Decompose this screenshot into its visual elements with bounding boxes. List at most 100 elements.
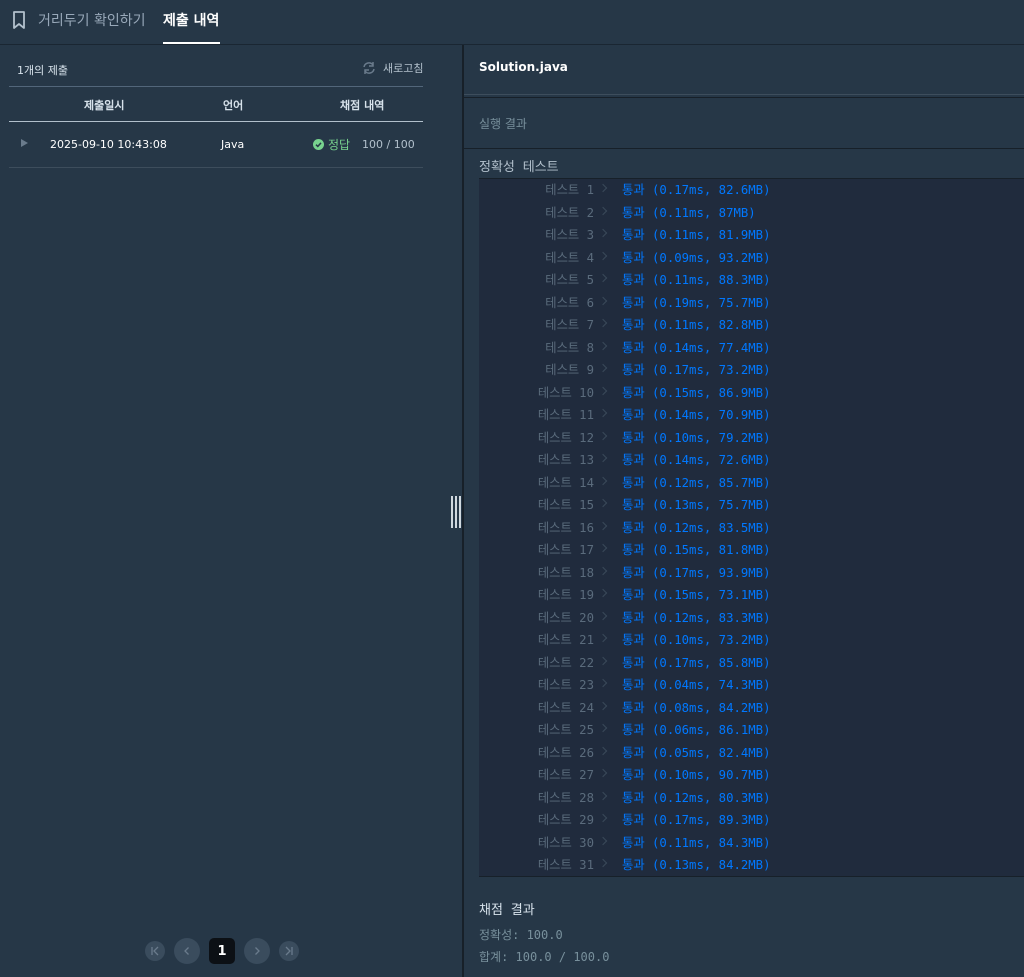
list-item: 테스트 16 통과 (0.12ms, 83.5MB): [479, 518, 1024, 540]
chevron-right-icon: [598, 251, 608, 260]
test-label: 테스트 15: [537, 498, 594, 512]
column-header-result: 채점 내역: [340, 99, 385, 112]
test-result: 통과 (0.17ms, 93.9MB): [622, 565, 771, 580]
test-label: 테스트 8: [545, 340, 594, 355]
test-result: 통과 (0.14ms, 70.9MB): [622, 408, 771, 422]
submission-date: 2025-09-10 10:43:08: [50, 138, 167, 151]
list-item: 테스트 8 통과 (0.14ms, 77.4MB): [479, 338, 1024, 360]
submission-history-panel: 1개의 제출 새로고침 제출일시 언어 채점 내역 2025-09-10 10:…: [0, 45, 462, 977]
refresh-button[interactable]: 새로고침: [361, 60, 423, 76]
list-item: 테스트 1 통과 (0.17ms, 82.6MB): [479, 180, 1024, 202]
chevron-right-icon: [598, 746, 608, 755]
list-item: 테스트 14 통과 (0.12ms, 85.7MB): [479, 473, 1024, 495]
test-label: 테스트 31: [537, 858, 594, 872]
list-item: 테스트 13 통과 (0.14ms, 72.6MB): [479, 450, 1024, 472]
divider: [464, 148, 1024, 149]
test-result: 통과 (0.10ms, 79.2MB): [622, 430, 771, 445]
test-result: 통과 (0.12ms, 83.5MB): [622, 520, 771, 535]
chevron-right-icon: [255, 947, 260, 955]
active-tab-indicator: [163, 42, 220, 44]
test-result: 통과 (0.15ms, 81.8MB): [622, 543, 771, 557]
test-label: 테스트 25: [537, 723, 594, 737]
list-item: 테스트 31 통과 (0.13ms, 84.2MB): [479, 855, 1024, 877]
list-item: 테스트 19 통과 (0.15ms, 73.1MB): [479, 585, 1024, 607]
test-result: 통과 (0.11ms, 84.3MB): [622, 835, 771, 850]
list-item: 테스트 6 통과 (0.19ms, 75.7MB): [479, 293, 1024, 315]
list-item: 테스트 25 통과 (0.06ms, 86.1MB): [479, 720, 1024, 742]
expand-row-icon[interactable]: [21, 139, 28, 147]
test-label: 테스트 30: [537, 835, 594, 850]
last-page-button[interactable]: [279, 941, 299, 961]
test-results-console[interactable]: 테스트 1 통과 (0.17ms, 82.6MB) 테스트 2 통과 (0.11ms,…: [479, 178, 1024, 877]
execution-result-title: 실행 결과: [479, 117, 527, 131]
first-page-icon: [151, 946, 159, 956]
test-label: 테스트 29: [537, 813, 594, 827]
test-result: 통과 (0.19ms, 75.7MB): [622, 295, 771, 310]
chevron-right-icon: [598, 228, 608, 238]
test-result: 통과 (0.12ms, 83.3MB): [622, 610, 771, 625]
chevron-right-icon: [598, 813, 608, 823]
chevron-right-icon: [598, 273, 608, 283]
chevron-right-icon: [598, 296, 608, 305]
page-button-current[interactable]: 1: [209, 938, 235, 964]
chevron-right-icon: [598, 678, 608, 688]
list-item: 테스트 5 통과 (0.11ms, 88.3MB): [479, 270, 1024, 292]
tab-submissions[interactable]: 제출 내역: [163, 10, 219, 30]
test-result: 통과 (0.11ms, 81.9MB): [622, 228, 771, 242]
test-label: 테스트 20: [537, 610, 594, 625]
list-item: 테스트 24 통과 (0.08ms, 84.2MB): [479, 698, 1024, 720]
test-label: 테스트 14: [537, 475, 594, 490]
chevron-right-icon: [598, 836, 608, 845]
editor-filename[interactable]: Solution.java: [479, 60, 568, 74]
check-circle-icon: [313, 139, 324, 150]
first-page-button[interactable]: [145, 941, 165, 961]
list-item: 테스트 18 통과 (0.17ms, 93.9MB): [479, 563, 1024, 585]
status-badge: 정답: [313, 136, 350, 153]
chevron-right-icon: [598, 791, 608, 800]
chevron-right-icon: [598, 656, 608, 665]
pagination: 1: [145, 938, 299, 964]
table-row[interactable]: 2025-09-10 10:43:08 Java 정답 100 / 100: [9, 122, 423, 168]
test-result: 통과 (0.13ms, 75.7MB): [622, 498, 771, 512]
chevron-right-icon: [598, 341, 608, 350]
test-label: 테스트 21: [537, 633, 594, 647]
test-result: 통과 (0.04ms, 74.3MB): [622, 678, 771, 692]
test-result: 통과 (0.11ms, 87MB): [622, 205, 756, 220]
test-result: 통과 (0.15ms, 73.1MB): [622, 588, 771, 602]
chevron-right-icon: [598, 386, 608, 395]
chevron-left-icon: [184, 947, 189, 955]
chevron-right-icon: [598, 408, 608, 418]
test-label: 테스트 18: [537, 565, 594, 580]
test-label: 테스트 6: [545, 295, 594, 310]
chevron-right-icon: [598, 611, 608, 620]
next-page-button[interactable]: [244, 938, 270, 964]
prev-page-button[interactable]: [174, 938, 200, 964]
test-label: 테스트 7: [545, 318, 594, 332]
test-result: 통과 (0.11ms, 88.3MB): [622, 273, 771, 287]
test-label: 테스트 28: [537, 790, 594, 805]
list-item: 테스트 29 통과 (0.17ms, 89.3MB): [479, 810, 1024, 832]
list-item: 테스트 10 통과 (0.15ms, 86.9MB): [479, 383, 1024, 405]
grading-result-title: 채점 결과: [479, 903, 535, 918]
grading-accuracy: 정확성: 100.0: [479, 928, 563, 942]
chevron-right-icon: [598, 633, 608, 643]
list-item: 테스트 3 통과 (0.11ms, 81.9MB): [479, 225, 1024, 247]
top-bar: 거리두기 확인하기 제출 내역: [0, 0, 1024, 45]
list-item: 테스트 9 통과 (0.17ms, 73.2MB): [479, 360, 1024, 382]
submission-count: 1개의 제출: [17, 64, 68, 77]
test-result: 통과 (0.06ms, 86.1MB): [622, 723, 771, 737]
test-result: 통과 (0.17ms, 85.8MB): [622, 655, 771, 670]
chevron-right-icon: [598, 768, 608, 778]
column-header-language: 언어: [223, 99, 244, 112]
splitter-handle-icon[interactable]: [451, 496, 461, 528]
list-item: 테스트 15 통과 (0.13ms, 75.7MB): [479, 495, 1024, 517]
list-item: 테스트 30 통과 (0.11ms, 84.3MB): [479, 833, 1024, 855]
tab-bookmark[interactable]: 거리두기 확인하기: [38, 10, 146, 30]
list-item: 테스트 4 통과 (0.09ms, 93.2MB): [479, 248, 1024, 270]
test-label: 테스트 9: [545, 363, 594, 377]
test-label: 테스트 26: [537, 745, 594, 760]
bookmark-icon[interactable]: [11, 10, 27, 30]
chevron-right-icon: [598, 431, 608, 440]
chevron-right-icon: [598, 543, 608, 553]
chevron-right-icon: [598, 498, 608, 508]
